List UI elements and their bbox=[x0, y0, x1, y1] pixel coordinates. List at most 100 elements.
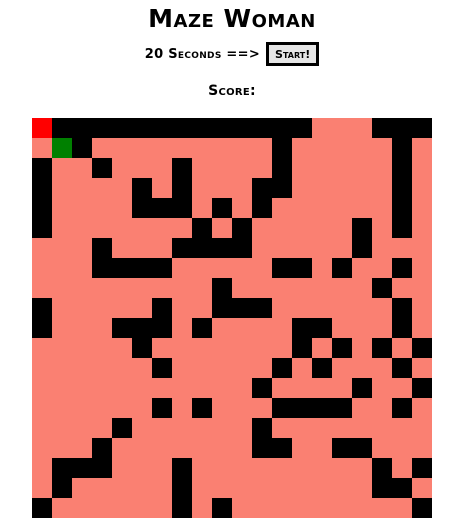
maze-path-cell bbox=[152, 418, 172, 438]
maze-path-cell bbox=[412, 298, 432, 318]
maze-path-cell bbox=[392, 378, 412, 398]
maze-path-cell bbox=[232, 498, 252, 518]
maze-wall-cell bbox=[172, 238, 192, 258]
maze-path-cell bbox=[192, 418, 212, 438]
maze-path-cell bbox=[352, 258, 372, 278]
maze-path-cell bbox=[372, 378, 392, 398]
maze-path-cell bbox=[112, 498, 132, 518]
maze-path-cell bbox=[332, 498, 352, 518]
maze-path-cell bbox=[132, 238, 152, 258]
maze-board[interactable] bbox=[32, 118, 432, 518]
maze-path-cell bbox=[252, 218, 272, 238]
maze-wall-cell bbox=[152, 258, 172, 278]
maze-path-cell bbox=[52, 378, 72, 398]
maze-path-cell bbox=[292, 158, 312, 178]
maze-path-cell bbox=[172, 218, 192, 238]
maze-wall-cell bbox=[132, 198, 152, 218]
maze-path-cell bbox=[412, 358, 432, 378]
maze-path-cell bbox=[92, 298, 112, 318]
maze-path-cell bbox=[332, 458, 352, 478]
maze-path-cell bbox=[292, 378, 312, 398]
maze-wall-cell bbox=[292, 118, 312, 138]
maze-wall-cell bbox=[272, 118, 292, 138]
maze-path-cell bbox=[52, 358, 72, 378]
maze-path-cell bbox=[192, 498, 212, 518]
maze-path-cell bbox=[332, 198, 352, 218]
maze-wall-cell bbox=[172, 458, 192, 478]
maze-path-cell bbox=[352, 198, 372, 218]
maze-path-cell bbox=[212, 158, 232, 178]
maze-path-cell bbox=[312, 418, 332, 438]
maze-path-cell bbox=[372, 398, 392, 418]
maze-wall-cell bbox=[312, 358, 332, 378]
maze-wall-cell bbox=[412, 118, 432, 138]
goal-marker bbox=[52, 138, 72, 158]
maze-wall-cell bbox=[212, 238, 232, 258]
maze-path-cell bbox=[52, 238, 72, 258]
maze-path-cell bbox=[112, 198, 132, 218]
maze-path-cell bbox=[72, 498, 92, 518]
maze-path-cell bbox=[112, 378, 132, 398]
maze-wall-cell bbox=[72, 138, 92, 158]
maze-path-cell bbox=[372, 498, 392, 518]
maze-path-cell bbox=[132, 278, 152, 298]
maze-path-cell bbox=[312, 118, 332, 138]
maze-path-cell bbox=[212, 378, 232, 398]
maze-wall-cell bbox=[272, 258, 292, 278]
maze-path-cell bbox=[52, 218, 72, 238]
maze-path-cell bbox=[112, 338, 132, 358]
maze-path-cell bbox=[132, 438, 152, 458]
maze-path-cell bbox=[332, 358, 352, 378]
maze-path-cell bbox=[312, 438, 332, 458]
maze-path-cell bbox=[292, 458, 312, 478]
maze-path-cell bbox=[112, 238, 132, 258]
maze-path-cell bbox=[312, 478, 332, 498]
game-title: Maze Woman bbox=[148, 4, 316, 33]
maze-path-cell bbox=[232, 338, 252, 358]
maze-wall-cell bbox=[92, 438, 112, 458]
maze-path-cell bbox=[272, 198, 292, 218]
maze-wall-cell bbox=[392, 138, 412, 158]
maze-wall-cell bbox=[252, 178, 272, 198]
maze-path-cell bbox=[92, 198, 112, 218]
maze-path-cell bbox=[372, 318, 392, 338]
maze-path-cell bbox=[172, 418, 192, 438]
maze-wall-cell bbox=[332, 258, 352, 278]
maze-path-cell bbox=[52, 198, 72, 218]
maze-path-cell bbox=[152, 158, 172, 178]
maze-wall-cell bbox=[292, 398, 312, 418]
maze-wall-cell bbox=[272, 138, 292, 158]
maze-wall-cell bbox=[152, 198, 172, 218]
maze-path-cell bbox=[192, 378, 212, 398]
maze-path-cell bbox=[192, 338, 212, 358]
maze-wall-cell bbox=[92, 258, 112, 278]
maze-path-cell bbox=[212, 458, 232, 478]
maze-wall-cell bbox=[252, 118, 272, 138]
maze-path-cell bbox=[172, 378, 192, 398]
maze-path-cell bbox=[232, 318, 252, 338]
maze-path-cell bbox=[232, 258, 252, 278]
maze-path-cell bbox=[212, 338, 232, 358]
start-button[interactable]: Start! bbox=[266, 42, 320, 66]
maze-wall-cell bbox=[252, 418, 272, 438]
maze-path-cell bbox=[212, 398, 232, 418]
maze-path-cell bbox=[92, 498, 112, 518]
maze-path-cell bbox=[352, 398, 372, 418]
maze-path-cell bbox=[192, 298, 212, 318]
maze-path-cell bbox=[332, 138, 352, 158]
maze-path-cell bbox=[32, 378, 52, 398]
maze-path-cell bbox=[332, 418, 352, 438]
maze-path-cell bbox=[212, 318, 232, 338]
maze-path-cell bbox=[352, 138, 372, 158]
maze-path-cell bbox=[92, 398, 112, 418]
maze-path-cell bbox=[392, 498, 412, 518]
maze-path-cell bbox=[72, 358, 92, 378]
maze-path-cell bbox=[112, 358, 132, 378]
maze-wall-cell bbox=[352, 238, 372, 258]
maze-wall-cell bbox=[112, 258, 132, 278]
maze-path-cell bbox=[212, 218, 232, 238]
maze-path-cell bbox=[292, 478, 312, 498]
maze-path-cell bbox=[292, 218, 312, 238]
control-row: 20 Seconds ==> Start! bbox=[0, 40, 464, 68]
maze-path-cell bbox=[132, 378, 152, 398]
